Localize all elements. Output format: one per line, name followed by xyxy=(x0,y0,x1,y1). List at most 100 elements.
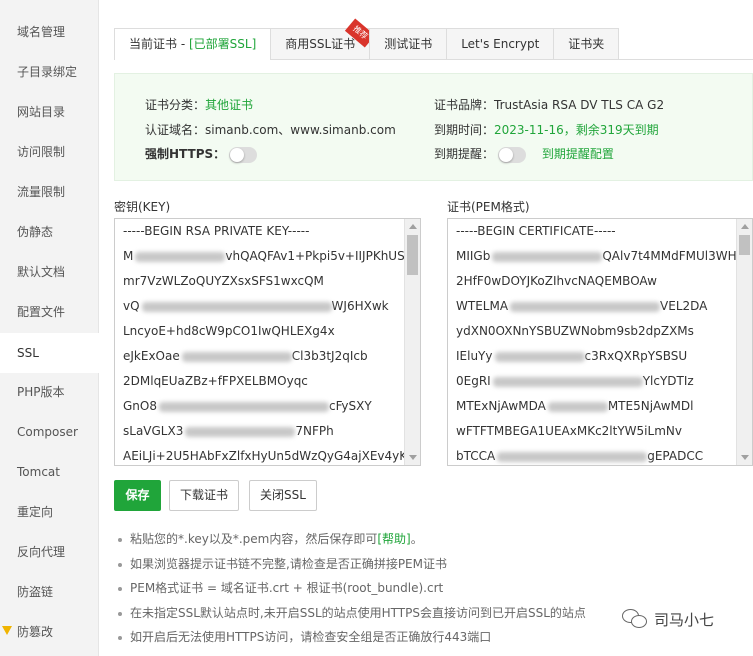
key-line-tail: cFySXY xyxy=(328,399,372,413)
sidebar-item-redirect[interactable]: 重定向 xyxy=(0,492,99,532)
redacted-blur xyxy=(181,351,292,362)
tab-label: 商用SSL证书 xyxy=(285,37,356,51)
tab-label: 证书夹 xyxy=(568,37,605,51)
cert-line-tail: VEL2DA xyxy=(660,299,708,313)
tab-current-cert[interactable]: 当前证书 - [已部署SSL] xyxy=(114,28,272,60)
scroll-down-icon[interactable] xyxy=(741,455,749,460)
cert-line-text: MTExNjAwMDA xyxy=(456,399,546,413)
key-line: 2DMlqEUaZBz+fFPXELBMOyqc xyxy=(115,369,420,394)
save-button[interactable]: 保存 xyxy=(114,480,161,511)
force-https-toggle[interactable] xyxy=(229,146,258,163)
key-line: GnO8 cFySXY xyxy=(115,394,420,419)
sidebar-item-hotlink[interactable]: 防盗链 xyxy=(0,572,99,612)
tip-item: PEM格式证书 = 域名证书.crt + 根证书(root_bundle).cr… xyxy=(118,576,586,601)
redacted-blur xyxy=(494,351,585,362)
sidebar-item-rewrite[interactable]: 伪静态 xyxy=(0,212,99,252)
redacted-blur xyxy=(492,376,643,387)
sidebar-item-default-doc[interactable]: 默认文档 xyxy=(0,252,99,292)
key-line: AEiLJi+2U5HAbFxZlfxHyUn5dWzQyG4ajXEv4yK xyxy=(115,444,420,465)
tips-list: 粘贴您的*.key以及*.pem内容，然后保存即可[帮助]。 如果浏览器提示证书… xyxy=(118,527,586,650)
sidebar-item-label: 访问限制 xyxy=(17,145,66,159)
scroll-down-icon[interactable] xyxy=(409,455,417,460)
tip-text: 粘贴您的*.key以及*.pem内容，然后保存即可 xyxy=(130,532,378,546)
expire-remind-toggle[interactable] xyxy=(498,146,527,163)
sidebar-item-label: Composer xyxy=(17,425,78,439)
download-cert-button[interactable]: 下载证书 xyxy=(169,480,240,511)
sidebar-item-php-version[interactable]: PHP版本 xyxy=(0,372,99,412)
tip-text: 如开启后无法使用HTTPS访问，请检查安全组是否正确放行443端口 xyxy=(130,630,492,644)
sidebar-item-label: 子目录绑定 xyxy=(17,65,78,79)
sidebar-item-domain[interactable]: 域名管理 xyxy=(0,12,99,52)
sidebar-item-label: 流量限制 xyxy=(17,185,66,199)
key-line-text: mr7VzWLZoQUYZXsxSFS1wxcQM xyxy=(123,274,324,288)
key-scrollbar[interactable] xyxy=(404,219,420,465)
cert-line-tail: MTE5NjAwMDl xyxy=(607,399,694,413)
cert-line: MTExNjAwMDA MTE5NjAwMDl xyxy=(448,394,752,419)
redacted-blur xyxy=(135,251,226,262)
sidebar-item-label: 配置文件 xyxy=(17,305,66,319)
cert-line: IEluYy c3RxQXRpYSBSU xyxy=(448,344,752,369)
sidebar-item-tamper-proof[interactable]: 防篡改 xyxy=(0,612,99,652)
sidebar: 域名管理 子目录绑定 网站目录 访问限制 流量限制 伪静态 默认文档 配置文件 … xyxy=(0,0,100,656)
tip-text: PEM格式证书 = 域名证书.crt + 根证书(root_bundle).cr… xyxy=(130,581,444,595)
cert-line: WTELMA VEL2DA xyxy=(448,294,752,319)
sidebar-item-label: PHP版本 xyxy=(17,385,65,399)
sidebar-item-label: 重定向 xyxy=(17,505,54,519)
redacted-blur xyxy=(141,301,332,312)
tab-cert-folder[interactable]: 证书夹 xyxy=(553,28,620,59)
cert-scrollbar[interactable] xyxy=(736,219,752,465)
key-line-tail: 7NFPh xyxy=(295,424,334,438)
sidebar-item-config-file[interactable]: 配置文件 xyxy=(0,292,99,332)
key-line: vQ WJ6HXwk xyxy=(115,294,420,319)
tab-letsencrypt[interactable]: Let's Encrypt xyxy=(446,28,555,59)
cert-category-label: 证书分类： xyxy=(145,98,206,112)
tip-text: 如果浏览器提示证书链不完整,请检查是否正确拼接PEM证书 xyxy=(130,556,447,571)
sidebar-item-traffic-limit[interactable]: 流量限制 xyxy=(0,172,99,212)
help-link[interactable]: [帮助] xyxy=(377,532,410,546)
scroll-thumb[interactable] xyxy=(739,235,750,255)
sidebar-item-ssl[interactable]: SSL xyxy=(0,333,100,373)
tab-label: 当前证书 - xyxy=(129,37,189,51)
sidebar-item-label: 域名管理 xyxy=(17,25,66,39)
key-line-tail: WJ6HXwk xyxy=(331,299,389,313)
cert-line-text: 0EgRI xyxy=(456,374,491,388)
tab-test-cert[interactable]: 测试证书 xyxy=(369,28,448,59)
gem-icon xyxy=(2,626,12,635)
cert-line-text: WTELMA xyxy=(456,299,509,313)
expire-remind-config-link[interactable]: 到期提醒配置 xyxy=(542,147,614,161)
key-line-text: M xyxy=(123,249,134,263)
cert-line: -----BEGIN CERTIFICATE----- xyxy=(448,219,752,244)
cert-textarea[interactable]: -----BEGIN CERTIFICATE----- MIIGb QAlv7t4… xyxy=(447,218,753,466)
sidebar-item-site-dir[interactable]: 网站目录 xyxy=(0,92,99,132)
cert-line-text: -----BEGIN CERTIFICATE----- xyxy=(456,224,616,238)
cert-line-tail: gEPADCC xyxy=(647,449,704,463)
key-line-text: vQ xyxy=(123,299,140,313)
scroll-up-icon[interactable] xyxy=(409,224,417,229)
key-line-text: sLaVGLX3 xyxy=(123,424,184,438)
tab-label: 测试证书 xyxy=(384,37,433,51)
cert-line-tail: QAlv7t4MMdFMUl3WHQALD-1-1wMC xyxy=(602,249,752,263)
redacted-blur xyxy=(497,451,648,462)
sidebar-item-composer[interactable]: Composer xyxy=(0,412,99,452)
redacted-blur xyxy=(158,401,329,412)
cert-line-tail: YlcYDTIz xyxy=(642,374,694,388)
expire-remind-label: 到期提醒： xyxy=(434,147,495,161)
key-textarea[interactable]: -----BEGIN RSA PRIVATE KEY----- MvhQAQFA… xyxy=(114,218,421,466)
sidebar-item-label: 伪静态 xyxy=(17,225,54,239)
sidebar-item-label: 网站目录 xyxy=(17,105,66,119)
scroll-thumb[interactable] xyxy=(407,235,418,275)
sidebar-item-subdir[interactable]: 子目录绑定 xyxy=(0,52,99,92)
key-line-text: LncyoE+hd8cW9pCO1IwQHLEXg4x xyxy=(123,324,335,338)
cert-line-text: wFTFTMBEGA1UEAxMKc2ltYW5iLmNv xyxy=(456,424,682,438)
key-line: mr7VzWLZoQUYZXsxSFS1wxcQM xyxy=(115,269,420,294)
cert-line-text: bTCCA xyxy=(456,449,496,463)
force-https: 强制HTTPS： xyxy=(145,145,258,163)
scroll-up-icon[interactable] xyxy=(741,224,749,229)
key-label: 密钥(KEY) xyxy=(114,200,171,214)
close-ssl-button[interactable]: 关闭SSL xyxy=(249,480,317,511)
key-line: MvhQAQFAv1+Pkpi5v+IIJPKhUSg98qn xyxy=(115,244,420,269)
sidebar-item-tomcat[interactable]: Tomcat xyxy=(0,452,99,492)
tab-commercial-ssl[interactable]: 商用SSL证书 推荐 xyxy=(270,18,376,59)
sidebar-item-access-limit[interactable]: 访问限制 xyxy=(0,132,99,172)
sidebar-item-reverse-proxy[interactable]: 反向代理 xyxy=(0,532,99,572)
